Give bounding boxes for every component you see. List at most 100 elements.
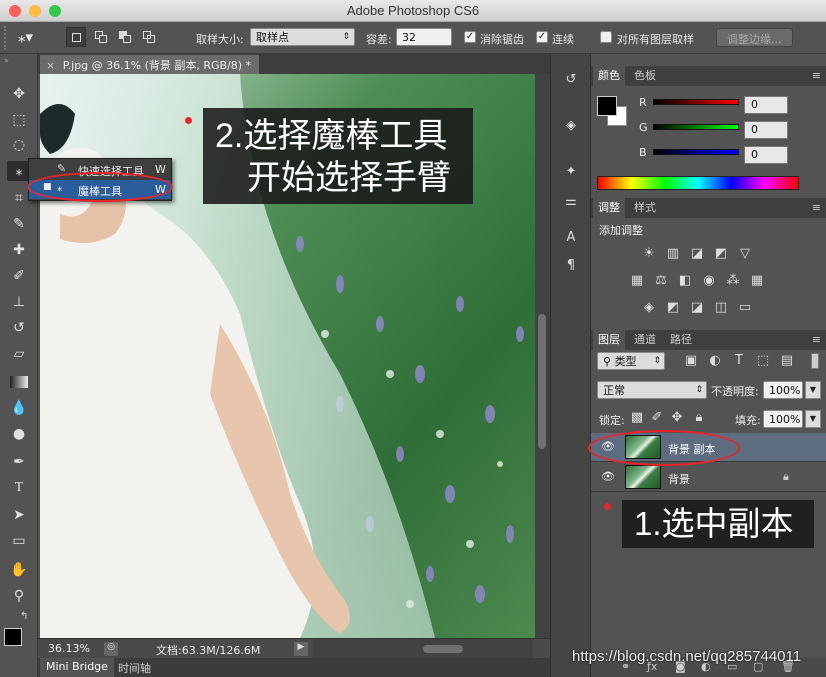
refine-edge-button[interactable]: 调整边缘... <box>716 28 793 47</box>
lock-position-icon[interactable]: ✥ <box>669 411 685 425</box>
close-tab-icon[interactable]: × <box>46 59 55 72</box>
channel-r-slider[interactable] <box>653 99 739 105</box>
swap-colors-icon[interactable]: ↰ <box>20 611 28 622</box>
opacity-input[interactable]: 100% <box>763 381 803 399</box>
character-panel-icon[interactable]: A <box>561 230 581 250</box>
paragraph-panel-icon[interactable]: ¶ <box>561 258 581 278</box>
gradient-map-icon[interactable]: ▭ <box>737 301 753 315</box>
black-white-icon[interactable]: ◧ <box>677 274 693 288</box>
3d-panel-icon[interactable]: ◈ <box>561 118 581 138</box>
path-selection-tool-icon[interactable]: ➤ <box>7 505 31 525</box>
lock-image-icon[interactable]: ✐ <box>649 411 665 425</box>
brush-panel-icon[interactable]: ✦ <box>561 164 581 184</box>
channel-b-value[interactable]: 0 <box>744 146 788 164</box>
vibrance-icon[interactable]: ▽ <box>737 247 753 261</box>
blur-tool-icon[interactable]: 💧 <box>7 398 31 418</box>
type-tool-icon[interactable]: T <box>7 478 31 498</box>
lock-transparent-icon[interactable]: ▩ <box>629 411 645 425</box>
dodge-tool-icon[interactable]: ● <box>7 424 31 444</box>
tab-color[interactable]: 颜色 <box>593 66 625 86</box>
move-tool-icon[interactable]: ✥ <box>7 84 31 104</box>
canvas-horizontal-scrollbar[interactable] <box>313 639 533 659</box>
eraser-tool-icon[interactable]: ▱ <box>7 344 31 364</box>
status-info-icon[interactable]: ◎ <box>104 642 118 656</box>
invert-icon[interactable]: ◈ <box>641 301 657 315</box>
brightness-contrast-icon[interactable]: ☀ <box>641 247 657 261</box>
sample-all-layers-checkbox[interactable] <box>600 31 612 43</box>
add-to-selection-mode-button[interactable] <box>92 28 110 46</box>
foreground-color-swatch[interactable] <box>4 628 22 646</box>
options-bar-grip[interactable] <box>4 26 10 50</box>
channel-mixer-icon[interactable]: ⁂ <box>725 274 741 288</box>
filter-toggle-switch[interactable] <box>811 353 819 369</box>
photo-filter-icon[interactable]: ◉ <box>701 274 717 288</box>
layer-row-background[interactable]: 👁︎ 背景 🔒︎ <box>591 463 826 492</box>
color-spectrum-ramp[interactable] <box>597 176 799 190</box>
zoom-level[interactable]: 36.13% <box>48 642 90 655</box>
history-brush-tool-icon[interactable]: ↺ <box>7 318 31 338</box>
clone-stamp-tool-icon[interactable]: ⊥ <box>7 292 31 312</box>
antialias-checkbox[interactable]: ✓ <box>464 31 476 43</box>
contiguous-checkbox[interactable]: ✓ <box>536 31 548 43</box>
tab-swatches[interactable]: 色板 <box>629 66 661 86</box>
hand-tool-icon[interactable]: ✋ <box>7 560 31 580</box>
hue-saturation-icon[interactable]: ▦ <box>629 274 645 288</box>
status-menu-arrow-icon[interactable]: ▶ <box>294 642 308 656</box>
tab-channels[interactable]: 通道 <box>629 330 661 350</box>
tab-timeline[interactable]: 时间轴 <box>118 660 151 676</box>
adjust-panel-menu-icon[interactable]: ≡ <box>812 201 821 214</box>
curves-icon[interactable]: ◪ <box>689 247 705 261</box>
marquee-tool-icon[interactable]: ⬚ <box>7 110 31 130</box>
channel-b-slider[interactable] <box>653 149 739 155</box>
filter-pixel-icon[interactable]: ▣ <box>683 354 699 368</box>
channel-g-slider[interactable] <box>653 124 739 130</box>
color-foreground-swatch[interactable] <box>597 96 617 116</box>
horizontal-scroll-thumb[interactable] <box>423 645 463 653</box>
filter-type-icon[interactable]: T <box>731 354 747 368</box>
gradient-tool-icon[interactable] <box>7 372 31 392</box>
fill-input[interactable]: 100% <box>763 410 803 428</box>
rectangle-tool-icon[interactable]: ▭ <box>7 531 31 551</box>
vertical-scroll-thumb[interactable] <box>538 314 546 449</box>
layer-filter-select[interactable]: ⚲ 类型 ⇕ <box>597 352 665 370</box>
tab-mini-bridge[interactable]: Mini Bridge <box>40 658 114 677</box>
intersect-selection-mode-button[interactable] <box>140 28 158 46</box>
tab-layers[interactable]: 图层 <box>593 330 625 350</box>
filter-adjustment-icon[interactable]: ◐ <box>707 354 723 368</box>
new-selection-mode-button[interactable] <box>66 27 86 47</box>
tab-styles[interactable]: 样式 <box>629 198 661 218</box>
pen-tool-icon[interactable]: ✒ <box>7 452 31 472</box>
visibility-eye-icon[interactable]: 👁︎ <box>601 470 615 483</box>
collapse-panel-icon[interactable]: » <box>4 56 34 65</box>
document-tab[interactable]: × P.jpg @ 36.1% (背景 副本, RGB/8) * <box>40 55 260 74</box>
posterize-icon[interactable]: ◩ <box>665 301 681 315</box>
panel-menu-icon[interactable]: ≡ <box>812 69 821 82</box>
tab-adjustments[interactable]: 调整 <box>593 198 625 218</box>
subtract-from-selection-mode-button[interactable] <box>116 28 134 46</box>
color-balance-icon[interactable]: ⚖ <box>653 274 669 288</box>
channel-g-value[interactable]: 0 <box>744 121 788 139</box>
canvas-vertical-scrollbar[interactable] <box>535 74 550 638</box>
levels-icon[interactable]: ▥ <box>665 247 681 261</box>
channel-r-value[interactable]: 0 <box>744 96 788 114</box>
blend-mode-select[interactable]: 正常 ⇕ <box>597 381 707 399</box>
filter-smart-object-icon[interactable]: ▤ <box>779 354 795 368</box>
zoom-tool-icon[interactable]: ⚲ <box>7 586 31 606</box>
brush-tool-icon[interactable]: ✐ <box>7 266 31 286</box>
color-lookup-icon[interactable]: ▦ <box>749 274 765 288</box>
layer-name[interactable]: 背景 <box>668 471 690 487</box>
healing-brush-tool-icon[interactable]: ✚ <box>7 240 31 260</box>
tool-preset-magic-wand-icon[interactable]: ⁎▾ <box>18 28 33 46</box>
threshold-icon[interactable]: ◪ <box>689 301 705 315</box>
opacity-dropdown-icon[interactable]: ▼ <box>805 381 821 399</box>
fill-dropdown-icon[interactable]: ▼ <box>805 410 821 428</box>
history-panel-icon[interactable]: ↺ <box>561 72 581 92</box>
lasso-tool-icon[interactable]: ◌ <box>7 135 31 155</box>
tab-paths[interactable]: 路径 <box>665 330 697 350</box>
tolerance-input[interactable]: 32 <box>396 28 452 46</box>
filter-shape-icon[interactable]: ⬚ <box>755 354 771 368</box>
layers-panel-menu-icon[interactable]: ≡ <box>812 333 821 346</box>
exposure-icon[interactable]: ◩ <box>713 247 729 261</box>
lock-all-icon[interactable]: 🔒︎ <box>691 411 707 425</box>
brush-presets-icon[interactable]: ⚌ <box>561 194 581 214</box>
